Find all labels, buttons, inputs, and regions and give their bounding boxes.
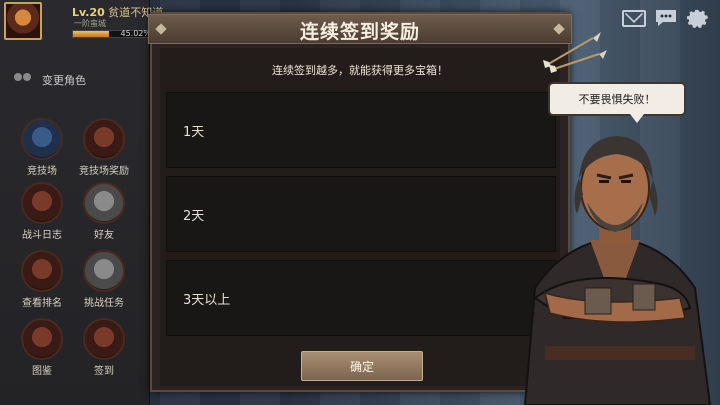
people-icon: [14, 73, 34, 87]
dialog-title: 连续签到奖励: [299, 21, 420, 43]
sidebar-item-label: 签到: [94, 366, 114, 377]
exp-bar: 45.02%: [72, 29, 154, 38]
dialog-description: 连续签到越多，就能获得更多宝箱！: [272, 64, 448, 77]
exp-percent: 45.02%: [120, 29, 151, 38]
arrows-icon: [543, 32, 607, 73]
friends-icon: [83, 182, 125, 224]
reward-row-label: 3天以上: [183, 292, 231, 308]
sidebar-item-label: 竞技场奖励: [79, 166, 129, 177]
sidebar-item-label: 挑战任务: [84, 298, 124, 309]
sidebar-item-codex[interactable]: 图鉴: [8, 318, 76, 377]
dialog-body: 连续签到越多，就能获得更多宝箱！ 1天 2天 3天以上 确定: [160, 48, 560, 386]
change-role-label: 变更角色: [42, 74, 86, 87]
reward-row-day1: 1天: [166, 92, 556, 168]
reward-row-label: 2天: [183, 208, 205, 224]
sidebar-item-battle-log[interactable]: 战斗日志: [8, 182, 76, 241]
codex-book-icon: [21, 318, 63, 360]
confirm-button[interactable]: 确定: [301, 351, 423, 381]
challenge-scroll-icon: [83, 250, 125, 292]
ranking-icon: [21, 250, 63, 292]
reward-row-day2: 2天: [166, 176, 556, 252]
sidebar-item-ranking[interactable]: 查看排名: [8, 250, 76, 309]
sidebar-item-friends[interactable]: 好友: [70, 182, 138, 241]
exp-bar-fill: [73, 31, 110, 37]
checkin-icon: [83, 318, 125, 360]
arena-flag-icon: [21, 118, 63, 160]
sidebar-item-arena-reward[interactable]: 竞技场奖励: [70, 118, 138, 177]
mentor-character-icon: [523, 136, 712, 405]
reward-row-label: 1天: [183, 124, 205, 140]
arena-reward-icon: [83, 118, 125, 160]
sidebar-item-label: 竞技场: [27, 166, 57, 177]
player-subtitle: 一阶蛮城: [74, 19, 106, 28]
sidebar-item-label: 图鉴: [32, 366, 52, 377]
avatar[interactable]: [4, 2, 42, 40]
mail-icon[interactable]: [622, 10, 646, 27]
sidebar-item-label: 查看排名: [22, 298, 62, 309]
player-card[interactable]: Lv.20 贫道不知道 一阶蛮城 45.02%: [4, 2, 163, 42]
sidebar-item-label: 好友: [94, 230, 114, 241]
top-icons: [622, 8, 710, 29]
sidebar-item-label: 战斗日志: [22, 230, 62, 241]
battle-log-icon: [21, 182, 63, 224]
speech-bubble: 不要畏惧失败！: [548, 82, 686, 123]
reward-row-day3plus: 3天以上: [166, 260, 556, 336]
sidebar: Lv.20 贫道不知道 一阶蛮城 45.02% 变更角色 竞技场 竞技场奖励 战…: [0, 0, 163, 405]
dialog-title-bar: 连续签到奖励: [148, 14, 572, 44]
chat-icon[interactable]: [654, 8, 678, 28]
gear-icon[interactable]: [686, 8, 710, 29]
sidebar-item-checkin[interactable]: 签到: [70, 318, 138, 377]
sidebar-item-challenge[interactable]: 挑战任务: [70, 250, 138, 309]
change-role-button[interactable]: 变更角色: [14, 72, 86, 88]
sidebar-item-arena[interactable]: 竞技场: [8, 118, 76, 177]
